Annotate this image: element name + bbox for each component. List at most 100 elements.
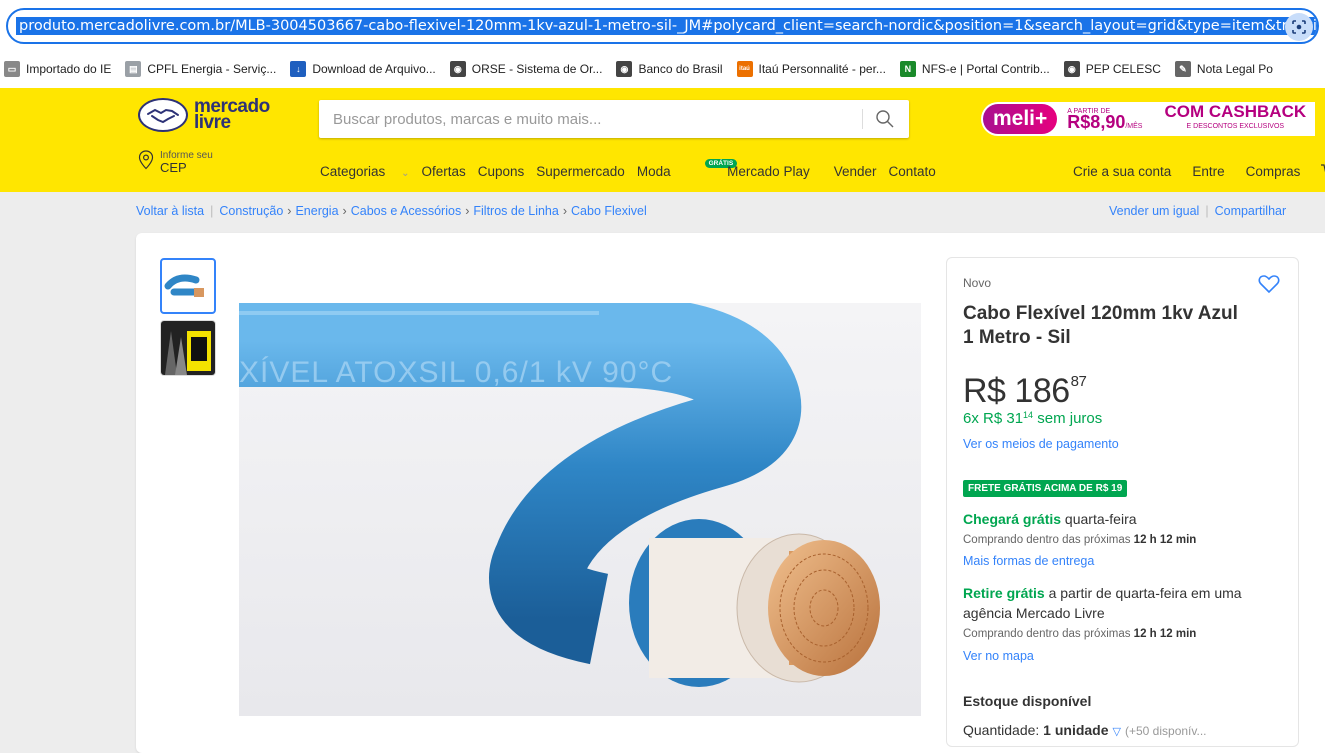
cep-selector[interactable]: Informe seu CEP: [138, 150, 213, 174]
create-account-link[interactable]: Crie a sua conta: [1073, 164, 1171, 181]
quantity-available: (+50 disponív...: [1125, 724, 1207, 738]
breadcrumb-chevron-icon: ›: [465, 204, 470, 218]
pickup-info: Retire grátis a partir de quarta-feira e…: [963, 583, 1283, 623]
google-lens-icon[interactable]: [1285, 13, 1313, 41]
cart-icon[interactable]: [1321, 164, 1325, 181]
nav-vender[interactable]: Vender: [834, 164, 877, 179]
chevron-down-icon: ▽: [1112, 726, 1121, 738]
more-delivery-link[interactable]: Mais formas de entrega: [963, 554, 1094, 568]
bookmark-item[interactable]: ▤ CPFL Energia - Serviç...: [125, 61, 276, 77]
bookmark-item[interactable]: ◉ PEP CELESC: [1063, 61, 1161, 77]
bookmark-item[interactable]: ↓ Download de Arquivo...: [290, 61, 436, 77]
main-nav: Categorias ⌄ Ofertas Cupons Supermercado…: [320, 159, 948, 179]
breadcrumb-cabo-flexivel[interactable]: Cabo Flexivel: [571, 204, 647, 218]
search-input[interactable]: [333, 100, 853, 138]
bookmark-item[interactable]: ▭ Importado do IE: [4, 61, 111, 77]
bookmark-label: Importado do IE: [26, 62, 112, 76]
bookmark-label: PEP CELESC: [1085, 62, 1161, 76]
page-icon: ▤: [125, 61, 142, 77]
delivery-free: Chegará grátis: [963, 511, 1062, 527]
product-main-image[interactable]: XÍVEL ATOXSIL 0,6/1 kV 90°C: [239, 303, 921, 716]
quantity-label: Quantidade:: [963, 722, 1044, 738]
nota-icon: ✎: [1174, 61, 1191, 77]
pickup-countdown: Comprando dentro das próximas 12 h 12 mi…: [963, 628, 1196, 640]
browser-address-area: produto.mercadolivre.com.br/MLB-30045036…: [0, 0, 1325, 50]
download-icon: ↓: [290, 61, 307, 77]
bookmark-label: ORSE - Sistema de Or...: [471, 62, 603, 76]
delivery-countdown: Comprando dentro das próximas 12 h 12 mi…: [963, 534, 1196, 546]
mercado-livre-logo[interactable]: mercado livre: [138, 97, 270, 133]
delivery-day: quarta-feira: [1061, 511, 1137, 527]
free-shipping-badge: FRETE GRÁTIS ACIMA DE R$ 19: [963, 480, 1128, 497]
back-to-list-link[interactable]: Voltar à lista: [136, 204, 204, 218]
breadcrumb-energia[interactable]: Energia: [295, 204, 338, 218]
logo-word-livre: livre: [194, 112, 231, 133]
pickup-countdown-time: 12 h 12 min: [1133, 628, 1197, 640]
favorite-heart-icon[interactable]: [1258, 274, 1280, 299]
breadcrumb-cabos[interactable]: Cabos e Acessórios: [351, 204, 461, 218]
meli-price: R$8,90: [1067, 111, 1126, 132]
breadcrumb-chevron-icon: ›: [562, 204, 568, 218]
bookmarks-bar: ▭ Importado do IE ▤ CPFL Energia - Serviç..…: [0, 50, 1325, 88]
itau-icon: itaú: [736, 61, 753, 77]
bookmark-label: Banco do Brasil: [638, 62, 723, 76]
breadcrumb: Voltar à lista | Construção › Energia › Cabos …: [136, 204, 647, 218]
nav-moda[interactable]: Moda: [637, 164, 671, 179]
cep-label: CEP: [160, 160, 187, 175]
globe-icon: ◉: [1063, 61, 1080, 77]
thumbnail-packaging[interactable]: [160, 320, 216, 376]
condition-label: Novo: [963, 276, 992, 290]
search-box: [319, 100, 909, 138]
bookmark-item[interactable]: ✎ Nota Legal Po: [1174, 61, 1273, 77]
payment-methods-link[interactable]: Ver os meios de pagamento: [963, 437, 1119, 451]
handshake-icon: [138, 98, 188, 132]
breadcrumb-filtros[interactable]: Filtros de Linha: [473, 204, 558, 218]
delivery-info: Chegará grátis quarta-feira: [963, 509, 1283, 529]
share-link[interactable]: Compartilhar: [1215, 204, 1287, 218]
url-text[interactable]: produto.mercadolivre.com.br/MLB-30045036…: [16, 17, 1317, 35]
bookmark-label: Nota Legal Po: [1196, 62, 1273, 76]
nfse-icon: N: [899, 61, 916, 77]
login-link[interactable]: Entre: [1192, 164, 1224, 181]
quantity-value: 1 unidade: [1043, 722, 1109, 738]
nav-mercado-play-label: Mercado Play: [727, 164, 810, 179]
installments-cents: 14: [1023, 410, 1034, 420]
sell-same-link[interactable]: Vender um igual: [1109, 204, 1199, 218]
thumbnail-cable[interactable]: [160, 258, 216, 314]
location-pin-icon: [138, 150, 154, 170]
nav-supermercado[interactable]: Supermercado: [536, 164, 625, 179]
nav-cupons[interactable]: Cupons: [478, 164, 525, 179]
meli-plus-tag: meli+: [983, 104, 1058, 134]
bookmark-label: CPFL Energia - Serviç...: [147, 62, 277, 76]
meli-cashback: COM CASHBACK: [1164, 101, 1307, 121]
product-title: Cabo Flexível 120mm 1kv Azul 1 Metro - S…: [963, 303, 1238, 348]
breadcrumb-construcao[interactable]: Construção: [219, 204, 283, 218]
address-bar[interactable]: produto.mercadolivre.com.br/MLB-30045036…: [6, 8, 1319, 44]
bookmark-item[interactable]: ◉ Banco do Brasil: [616, 61, 723, 77]
chevron-down-icon: ⌄: [401, 168, 410, 179]
nav-categorias[interactable]: Categorias ⌄: [320, 164, 409, 179]
breadcrumb-chevron-icon: ›: [287, 204, 292, 218]
nav-categorias-label: Categorias: [320, 164, 386, 179]
installments: 6x R$ 3114 sem juros: [963, 410, 1102, 427]
nav-ofertas[interactable]: Ofertas: [421, 164, 465, 179]
nav-contato[interactable]: Contato: [889, 164, 936, 179]
delivery-countdown-text: Comprando dentro das próximas: [963, 534, 1134, 546]
price-cents: 87: [1070, 373, 1087, 390]
site-header: mercadolivre meli+ A PARTIR DE R$8,90/MÊ…: [0, 88, 1325, 192]
quantity-selector[interactable]: Quantidade: 1 unidade ▽ (+50 disponív...: [963, 722, 1207, 738]
meli-per: /MÊS: [1125, 122, 1143, 130]
bookmark-item[interactable]: N NFS-e | Portal Contrib...: [899, 61, 1050, 77]
bookmark-label: Download de Arquivo...: [312, 62, 436, 76]
nav-mercado-play[interactable]: GRÁTISMercado Play: [683, 159, 822, 179]
view-map-link[interactable]: Ver no mapa: [963, 649, 1034, 663]
account-nav: Crie a sua conta Entre Compras: [1073, 164, 1325, 181]
search-icon[interactable]: [875, 109, 897, 129]
folder-icon: ▭: [4, 61, 20, 77]
meli-plus-banner[interactable]: meli+ A PARTIR DE R$8,90/MÊS COM CASHBAC…: [981, 102, 1315, 136]
cable-print-text: XÍVEL ATOXSIL 0,6/1 kV 90°C: [239, 356, 673, 389]
bookmark-item[interactable]: ◉ ORSE - Sistema de Or...: [449, 61, 603, 77]
bookmark-item[interactable]: itaú Itaú Personnalité - per...: [736, 61, 886, 77]
search-divider: [862, 109, 863, 129]
purchases-link[interactable]: Compras: [1246, 164, 1301, 181]
